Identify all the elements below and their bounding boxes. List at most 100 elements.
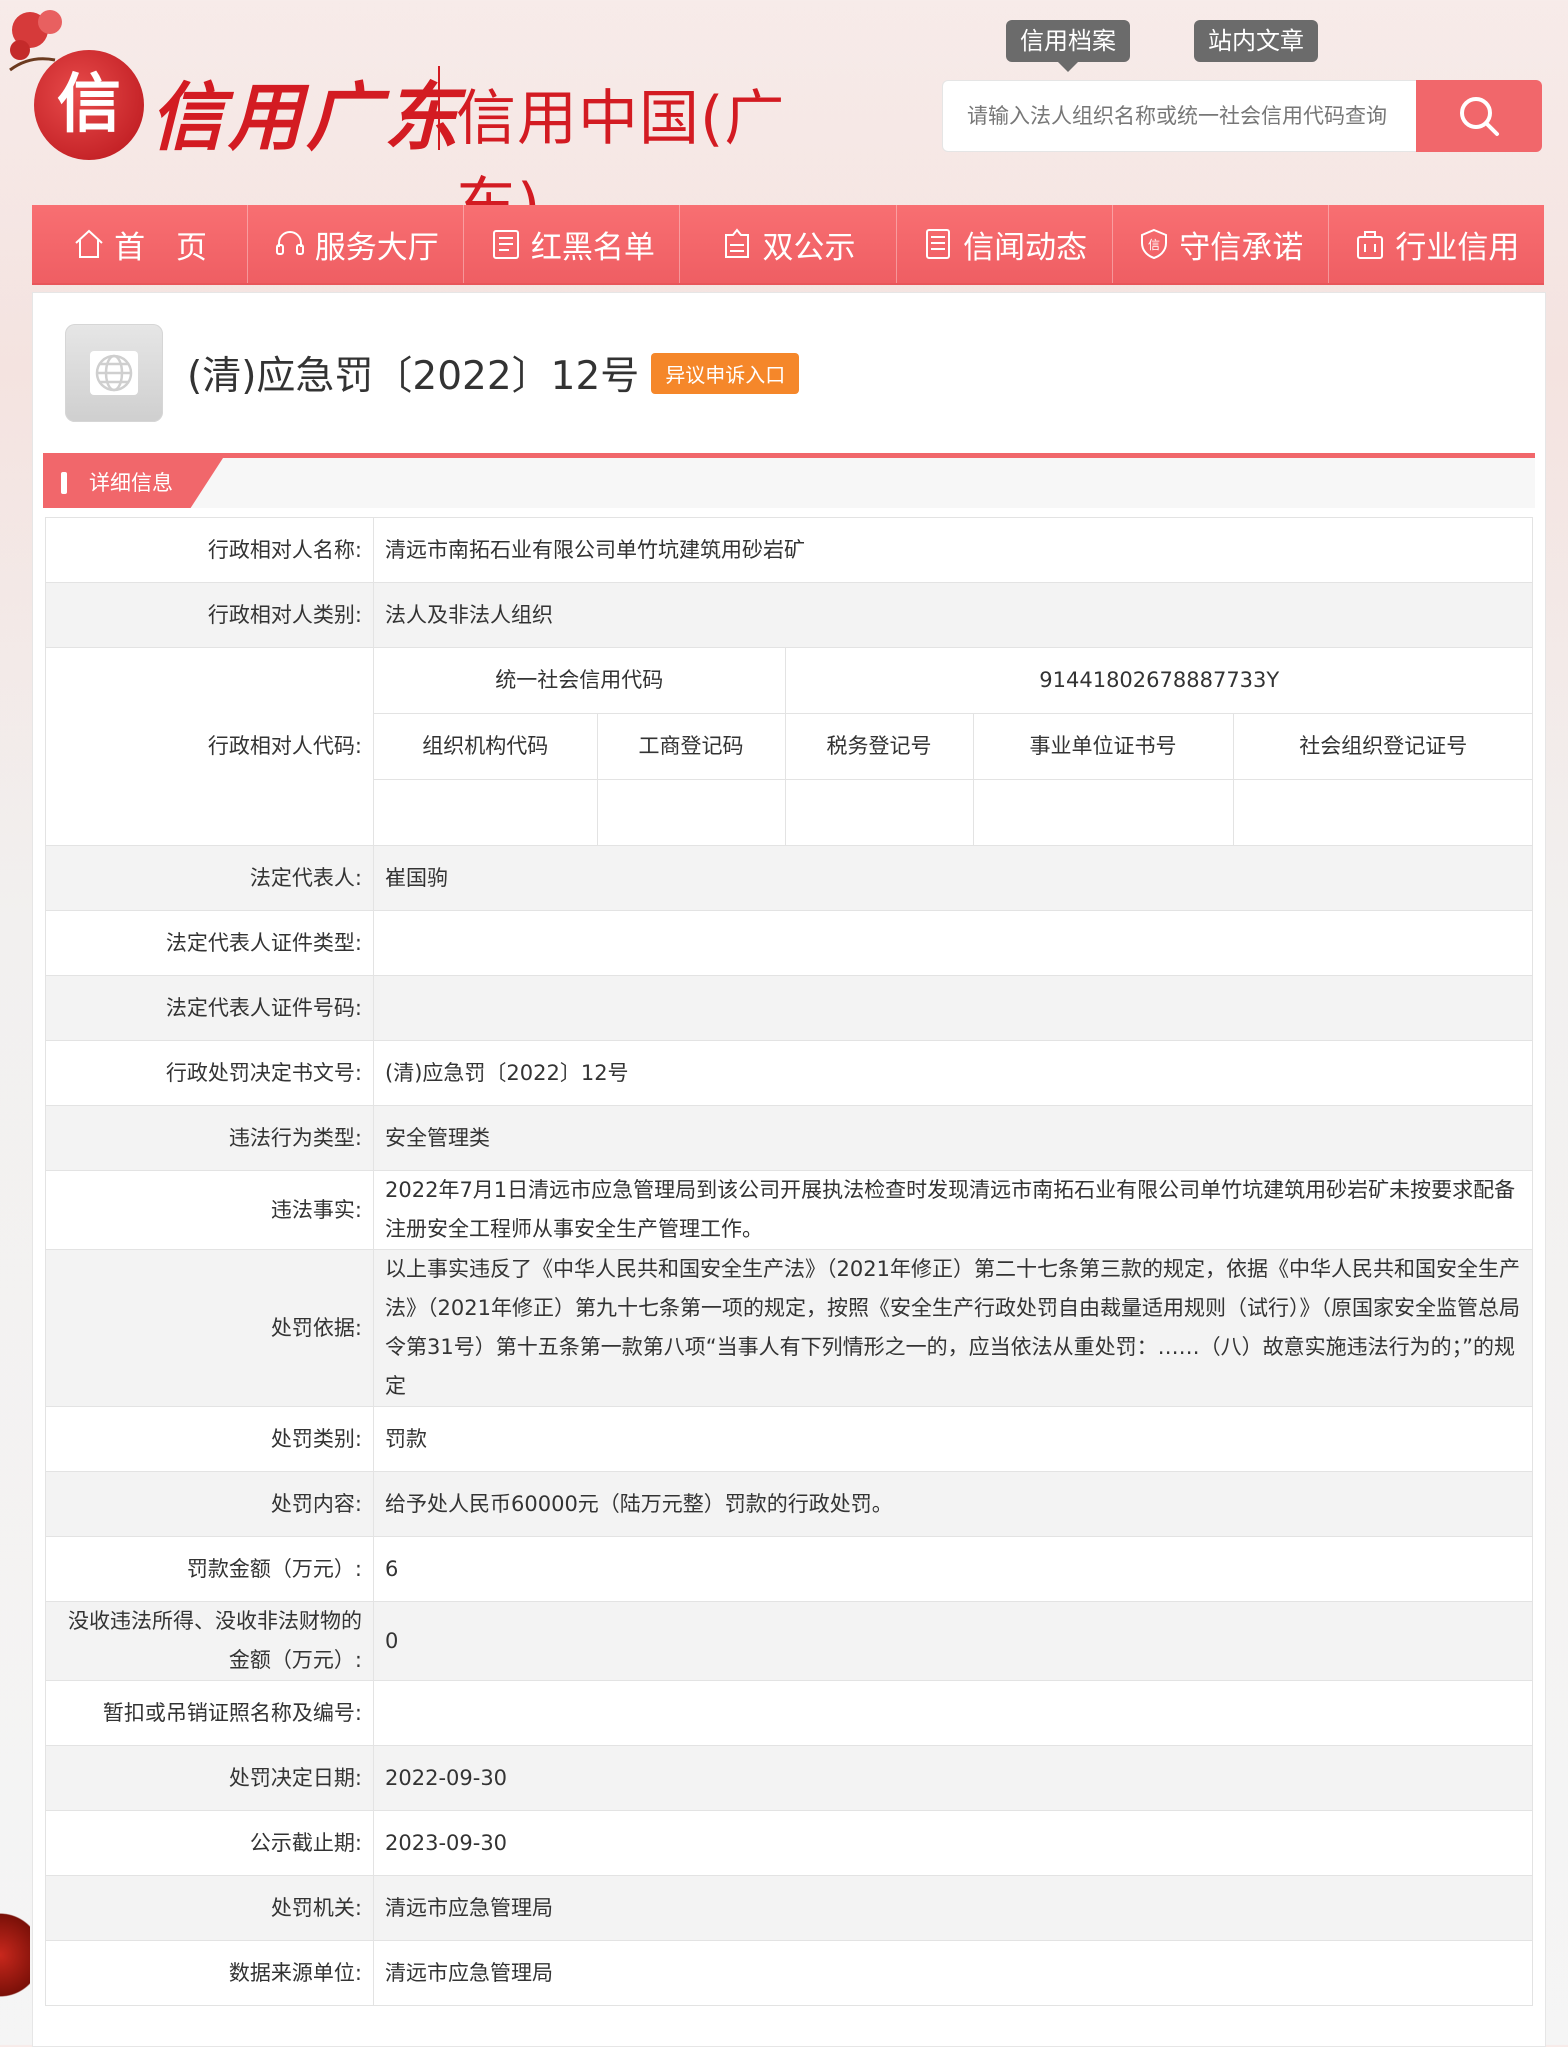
penalty-content: 给予处人民币60000元（陆万元整）罚款的行政处罚。: [373, 1471, 1533, 1537]
row-label: 违法事实:: [45, 1170, 374, 1250]
uscc-label: 统一社会信用代码: [374, 648, 786, 714]
codes-cell: 统一社会信用代码 91441802678887733Y 组织机构代码 工商登记码…: [373, 647, 1533, 846]
row-label: 行政相对人代码:: [45, 647, 374, 846]
nav-item-label: 服务大厅: [314, 229, 439, 266]
row-label: 法定代表人证件号码:: [45, 975, 374, 1041]
confiscation-amount: 0: [373, 1601, 1533, 1681]
table-row: 处罚内容: 给予处人民币60000元（陆万元整）罚款的行政处罚。: [45, 1471, 1533, 1537]
social-org-value: [1232, 779, 1533, 845]
row-label: 违法行为类型:: [45, 1105, 374, 1171]
nav-item-label: 守信承诺: [1179, 229, 1304, 266]
business-reg-label: 工商登记码: [596, 713, 786, 780]
codes-table: 统一社会信用代码 91441802678887733Y 组织机构代码 工商登记码…: [374, 648, 1533, 845]
publicity-deadline: 2023-09-30: [373, 1810, 1533, 1876]
table-row: 罚款金额（万元）: 6: [45, 1536, 1533, 1602]
search-button[interactable]: [1416, 80, 1542, 152]
row-label: 行政处罚决定书文号:: [45, 1040, 374, 1106]
institution-cert-label: 事业单位证书号: [972, 713, 1234, 780]
document-icon: [926, 229, 951, 259]
nav-item-credit-commitment[interactable]: 信 守信承诺: [1113, 205, 1329, 283]
appeal-button[interactable]: 异议申诉入口: [651, 352, 800, 394]
penalty-category: 罚款: [373, 1406, 1533, 1472]
site-logo[interactable]: 信 信用广东 信用中国(广东): [9, 10, 840, 241]
nav-item-label: 行业信用: [1395, 229, 1520, 266]
legal-rep: 崔国驹: [373, 845, 1533, 911]
nav-item-credit-news[interactable]: 信闻动态: [897, 205, 1113, 283]
row-label: 处罚决定日期:: [45, 1745, 374, 1811]
row-label: 没收违法所得、没收非法财物的金额（万元）:: [45, 1601, 374, 1681]
business-reg-value: [596, 779, 786, 845]
logo-script-text: 信用广东: [150, 75, 462, 161]
violation-type: 安全管理类: [373, 1105, 1533, 1171]
row-label: 暂扣或吊销证照名称及编号:: [45, 1680, 374, 1746]
page-title: (清)应急罚〔2022〕12号: [187, 354, 640, 399]
nav-item-label: 红黑名单: [530, 229, 655, 266]
row-label: 数据来源单位:: [45, 1940, 374, 2006]
table-row: 违法事实: 2022年7月1日清远市应急管理局到该公司开展执法检查时发现清远市南…: [45, 1170, 1533, 1250]
table-row: 法定代表人证件类型:: [45, 910, 1533, 976]
svg-text:信: 信: [1148, 238, 1160, 252]
row-label: 行政相对人类别:: [45, 582, 374, 648]
headset-icon: [275, 231, 304, 255]
list-icon: [492, 230, 519, 259]
table-row: 行政相对人类别: 法人及非法人组织: [45, 582, 1533, 648]
row-label: 处罚机关:: [45, 1875, 374, 1941]
table-row: 处罚依据: 以上事实违反了《中华人民共和国安全生产法》（2021年修正）第二十七…: [45, 1249, 1533, 1407]
globe-icon: [65, 324, 163, 422]
nav-item-label: 信闻动态: [963, 229, 1088, 266]
building-icon: [1357, 231, 1384, 259]
section-header: 详细信息: [43, 453, 1535, 508]
legal-rep-id-type: [373, 910, 1533, 976]
row-label: 行政相对人名称:: [45, 517, 374, 583]
home-icon: [75, 229, 103, 258]
data-source: 清远市应急管理局: [373, 1940, 1533, 2006]
fine-amount: 6: [373, 1536, 1533, 1602]
social-org-label: 社会组织登记证号: [1232, 713, 1533, 780]
nav-item-label: 双公示: [762, 229, 856, 266]
side-decoration: [0, 1905, 30, 2005]
table-row: 公示截止期: 2023-09-30: [45, 1810, 1533, 1876]
nav-item-red-black-list[interactable]: 红黑名单: [464, 205, 681, 283]
tab-site-articles[interactable]: 站内文章: [1194, 20, 1318, 62]
row-label: 公示截止期:: [45, 1810, 374, 1876]
legal-rep-id-no: [373, 975, 1533, 1041]
table-row: 行政相对人代码: 统一社会信用代码 91441802678887733Y 组织机…: [45, 647, 1533, 846]
nav-item-industry-credit[interactable]: 行业信用: [1329, 205, 1544, 283]
logo-badge: 信: [34, 50, 144, 160]
table-row: 处罚类别: 罚款: [45, 1406, 1533, 1472]
row-label: 法定代表人:: [45, 845, 374, 911]
table-row: 行政处罚决定书文号: (清)应急罚〔2022〕12号: [45, 1040, 1533, 1106]
shield-icon: 信: [1141, 228, 1168, 260]
nav-item-double-publicity[interactable]: 双公示: [680, 205, 897, 283]
uscc-value: 91441802678887733Y: [784, 648, 1533, 714]
table-row: 处罚决定日期: 2022-09-30: [45, 1745, 1533, 1811]
table-row: 数据来源单位: 清远市应急管理局: [45, 1940, 1533, 2006]
institution-cert-value: [972, 779, 1234, 845]
page: 信 信用广东 信用中国(广东) 信用档案 站内文章 首 页 服务大厅 红黑名: [0, 0, 1568, 2047]
row-label: 处罚内容:: [45, 1471, 374, 1537]
search-icon: [1460, 97, 1499, 136]
table-row: 暂扣或吊销证照名称及编号:: [45, 1680, 1533, 1746]
tax-reg-value: [784, 779, 974, 845]
decision-date: 2022-09-30: [373, 1745, 1533, 1811]
row-label: 罚款金额（万元）:: [45, 1536, 374, 1602]
table-row: 法定代表人证件号码:: [45, 975, 1533, 1041]
table-row: 行政相对人名称: 清远市南拓石业有限公司单竹坑建筑用砂岩矿: [45, 517, 1533, 583]
nav-item-label: 首 页: [114, 229, 208, 266]
table-row: 处罚机关: 清远市应急管理局: [45, 1875, 1533, 1941]
tab-credit-archive[interactable]: 信用档案: [1006, 20, 1130, 72]
row-label: 法定代表人证件类型:: [45, 910, 374, 976]
penalty-basis: 以上事实违反了《中华人民共和国安全生产法》（2021年修正）第二十七条第三款的规…: [373, 1249, 1533, 1407]
penalty-authority: 清远市应急管理局: [373, 1875, 1533, 1941]
quick-tabs: 信用档案 站内文章: [1006, 20, 1318, 72]
search-bar: [942, 80, 1542, 152]
license-revoke: [373, 1680, 1533, 1746]
search-input[interactable]: [942, 80, 1416, 152]
nav-item-service-hall[interactable]: 服务大厅: [248, 205, 465, 283]
row-label: 处罚依据:: [45, 1249, 374, 1407]
title-row: (清)应急罚〔2022〕12号 异议申诉入口: [65, 323, 800, 423]
row-label: 处罚类别:: [45, 1406, 374, 1472]
table-row: 违法行为类型: 安全管理类: [45, 1105, 1533, 1171]
nav-item-home[interactable]: 首 页: [32, 205, 249, 283]
detail-table: 行政相对人名称: 清远市南拓石业有限公司单竹坑建筑用砂岩矿 行政相对人类别: 法…: [45, 517, 1533, 2006]
